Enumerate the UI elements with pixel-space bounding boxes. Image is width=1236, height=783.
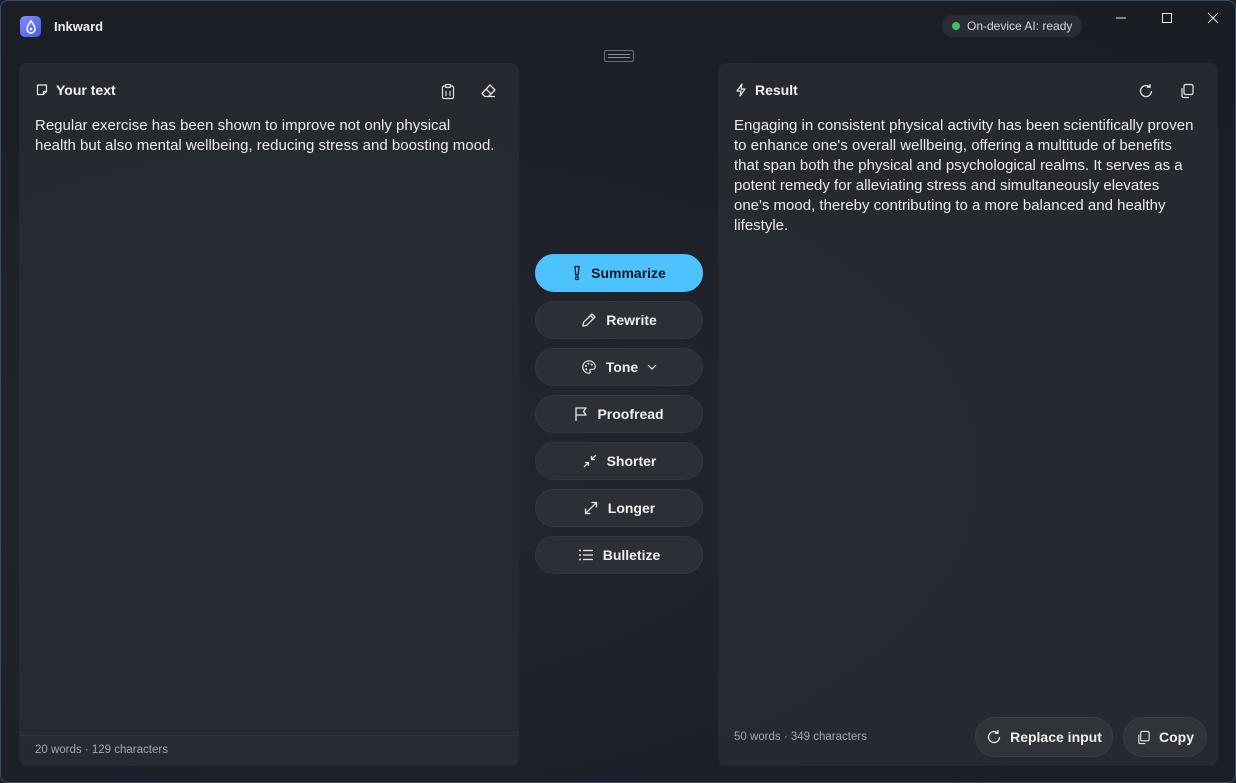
input-panel-header: Your text — [35, 82, 116, 98]
copy-result-icon-button[interactable] — [1175, 79, 1199, 103]
regenerate-button[interactable] — [1134, 79, 1158, 103]
maximize-button[interactable] — [1147, 6, 1187, 30]
result-stats: 50 words · 349 characters — [734, 731, 867, 743]
result-panel-header: Result — [734, 82, 798, 98]
note-icon — [36, 84, 48, 96]
input-stats: 20 words · 129 characters — [35, 744, 168, 756]
bulletize-button[interactable]: Bulletize — [535, 536, 703, 574]
ai-status-text: On-device AI: ready — [967, 19, 1073, 33]
app-title: Inkward — [54, 19, 104, 34]
bulletize-label: Bulletize — [602, 547, 661, 563]
rewrite-label: Rewrite — [606, 312, 657, 328]
shorter-label: Shorter — [606, 453, 657, 469]
input-textarea[interactable]: Regular exercise has been shown to impro… — [35, 116, 495, 156]
pencil-icon — [582, 313, 596, 327]
action-list: Summarize Rewrite Tone Proofread Shorter… — [535, 254, 703, 583]
close-icon — [1207, 12, 1219, 24]
minimize-icon — [1116, 17, 1126, 19]
proofread-button[interactable]: Proofread — [535, 395, 703, 433]
paste-button[interactable] — [436, 79, 460, 103]
minimize-button[interactable] — [1101, 6, 1141, 30]
replace-input-button[interactable]: Replace input — [975, 717, 1113, 757]
app-logo-icon — [20, 16, 41, 37]
palette-icon — [582, 360, 596, 374]
app-window: Inkward On-device AI: ready Your text Re… — [0, 0, 1236, 783]
tone-label: Tone — [605, 359, 639, 375]
shorter-button[interactable]: Shorter — [535, 442, 703, 480]
clear-button[interactable] — [476, 79, 500, 103]
replace-icon — [987, 730, 1001, 744]
shrink-icon — [583, 454, 597, 468]
copy-icon — [1181, 83, 1194, 99]
result-panel-title: Result — [755, 82, 798, 98]
longer-button[interactable]: Longer — [535, 489, 703, 527]
lightning-icon — [736, 83, 746, 97]
copy-button[interactable]: Copy — [1123, 717, 1207, 757]
summarize-button[interactable]: Summarize — [535, 254, 703, 292]
flag-icon — [575, 407, 588, 421]
result-panel: Result Engaging in consistent physical a… — [718, 63, 1218, 766]
copy-label: Copy — [1159, 729, 1194, 745]
ai-status-badge: On-device AI: ready — [942, 15, 1083, 37]
pane-drag-handle[interactable] — [604, 50, 634, 62]
proofread-label: Proofread — [597, 406, 664, 422]
eraser-icon — [480, 84, 496, 98]
status-dot-icon — [952, 22, 960, 30]
refresh-icon — [1139, 84, 1153, 98]
input-panel-title: Your text — [56, 82, 116, 98]
input-panel: Your text Regular exercise has been show… — [19, 63, 519, 766]
result-text: Engaging in consistent physical activity… — [734, 117, 1194, 234]
replace-input-label: Replace input — [1010, 729, 1102, 745]
copy-icon — [1138, 730, 1150, 744]
clipboard-icon — [441, 83, 455, 99]
maximize-icon — [1162, 13, 1172, 23]
chevron-down-icon — [647, 364, 657, 370]
list-icon — [578, 549, 593, 561]
rewrite-button[interactable]: Rewrite — [535, 301, 703, 339]
longer-label: Longer — [607, 500, 656, 516]
summarize-icon — [574, 265, 580, 281]
title-bar[interactable]: Inkward On-device AI: ready — [1, 1, 1235, 51]
close-button[interactable] — [1193, 6, 1233, 30]
summarize-label: Summarize — [591, 265, 666, 281]
tone-dropdown-button[interactable]: Tone — [535, 348, 703, 386]
input-footer-divider — [19, 735, 519, 736]
expand-icon — [584, 501, 597, 515]
